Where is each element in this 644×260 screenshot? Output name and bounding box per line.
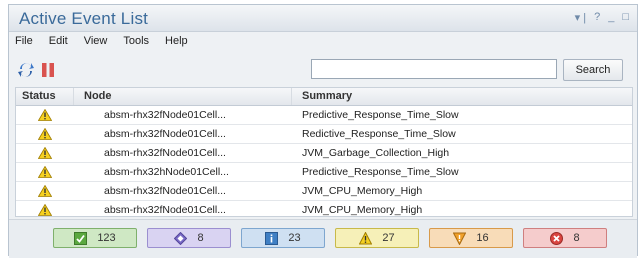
node-cell: absm-rhx32fNode01Cell... — [104, 185, 226, 197]
table-row[interactable]: absm-rhx32hNode01Cell... Predictive_Resp… — [16, 163, 632, 182]
severity-info-badge[interactable]: 23 — [241, 228, 325, 248]
table-row[interactable]: absm-rhx32fNode01Cell... JVM_CPU_Memory_… — [16, 182, 632, 201]
search-input[interactable] — [311, 59, 557, 79]
table-header: Status Node Summary — [16, 88, 632, 106]
status-cell — [16, 128, 74, 140]
check-icon — [74, 231, 88, 245]
severity-info-count: 23 — [288, 232, 301, 244]
window-title: Active Event List — [19, 9, 149, 28]
severity-clear-badge[interactable]: 123 — [53, 228, 137, 248]
menu-view[interactable]: View — [84, 35, 108, 53]
severity-indeterminate-badge[interactable]: 8 — [147, 228, 231, 248]
node-cell: absm-rhx32hNode01Cell... — [104, 166, 229, 178]
table-row[interactable]: absm-rhx32fNode01Cell... Redictive_Respo… — [16, 125, 632, 144]
severity-minor-badge[interactable]: 16 — [429, 228, 513, 248]
search-button[interactable]: Search — [563, 59, 623, 81]
diamond-icon — [174, 231, 188, 245]
table-row[interactable]: absm-rhx32fNode01Cell... JVM_CPU_Memory_… — [16, 201, 632, 220]
summary-cell: Redictive_Response_Time_Slow — [302, 128, 456, 140]
menu-bar: File Edit View Tools Help — [9, 35, 188, 53]
warning-icon — [38, 185, 52, 197]
pause-icon[interactable] — [39, 61, 57, 79]
menu-tools[interactable]: Tools — [123, 35, 149, 53]
column-header-status[interactable]: Status — [16, 88, 74, 105]
summary-cell: JVM_CPU_Memory_High — [302, 204, 423, 216]
severity-critical-badge[interactable]: 8 — [523, 228, 607, 248]
status-cell — [16, 109, 74, 121]
column-header-summary[interactable]: Summary — [292, 88, 632, 105]
summary-cell: Predictive_Response_Time_Slow — [302, 109, 459, 121]
status-cell — [16, 166, 74, 178]
summary-cell: JVM_CPU_Memory_High — [302, 185, 423, 197]
critical-icon — [550, 231, 564, 245]
minor-icon — [453, 232, 467, 245]
warning-icon — [359, 231, 373, 244]
column-header-node[interactable]: Node — [74, 88, 292, 105]
node-cell: absm-rhx32fNode01Cell... — [104, 128, 226, 140]
severity-clear-count: 123 — [97, 232, 116, 244]
menu-edit[interactable]: Edit — [49, 35, 68, 53]
event-list-window: Active Event List ▾ | ? _ □ File Edit Vi… — [8, 4, 638, 258]
severity-status-bar: 123 8 23 27 16 8 — [9, 219, 637, 258]
warning-icon — [38, 147, 52, 159]
severity-warning-count: 27 — [382, 232, 395, 244]
severity-warning-badge[interactable]: 27 — [335, 228, 419, 248]
maximize-icon[interactable]: □ — [622, 11, 629, 24]
table-row[interactable]: absm-rhx32fNode01Cell... Predictive_Resp… — [16, 106, 632, 125]
summary-cell: Predictive_Response_Time_Slow — [302, 166, 459, 178]
node-cell: absm-rhx32fNode01Cell... — [104, 204, 226, 216]
warning-icon — [38, 166, 52, 178]
pin-menu-icon[interactable]: ▾ | — [575, 11, 586, 24]
warning-icon — [38, 128, 52, 140]
refresh-icon[interactable] — [17, 61, 35, 79]
title-bar: Active Event List ▾ | ? _ □ — [9, 5, 637, 32]
status-cell — [16, 204, 74, 216]
minimize-icon[interactable]: _ — [608, 11, 614, 24]
help-icon[interactable]: ? — [594, 11, 600, 24]
window-controls: ▾ | ? _ □ — [575, 11, 629, 24]
summary-cell: JVM_Garbage_Collection_High — [302, 147, 450, 159]
menu-file[interactable]: File — [15, 35, 33, 53]
event-table: Status Node Summary absm-rhx32fNode01Cel… — [15, 87, 633, 220]
status-cell — [16, 185, 74, 197]
severity-indeterminate-count: 8 — [197, 232, 204, 244]
info-icon — [265, 231, 279, 245]
toolbar: Search — [9, 57, 637, 89]
node-cell: absm-rhx32fNode01Cell... — [104, 109, 226, 121]
table-row[interactable]: absm-rhx32fNode01Cell... JVM_Garbage_Col… — [16, 144, 632, 163]
node-cell: absm-rhx32fNode01Cell... — [104, 147, 226, 159]
menu-help[interactable]: Help — [165, 35, 188, 53]
severity-critical-count: 8 — [573, 232, 580, 244]
status-cell — [16, 147, 74, 159]
warning-icon — [38, 204, 52, 216]
warning-icon — [38, 109, 52, 121]
severity-minor-count: 16 — [476, 232, 489, 244]
